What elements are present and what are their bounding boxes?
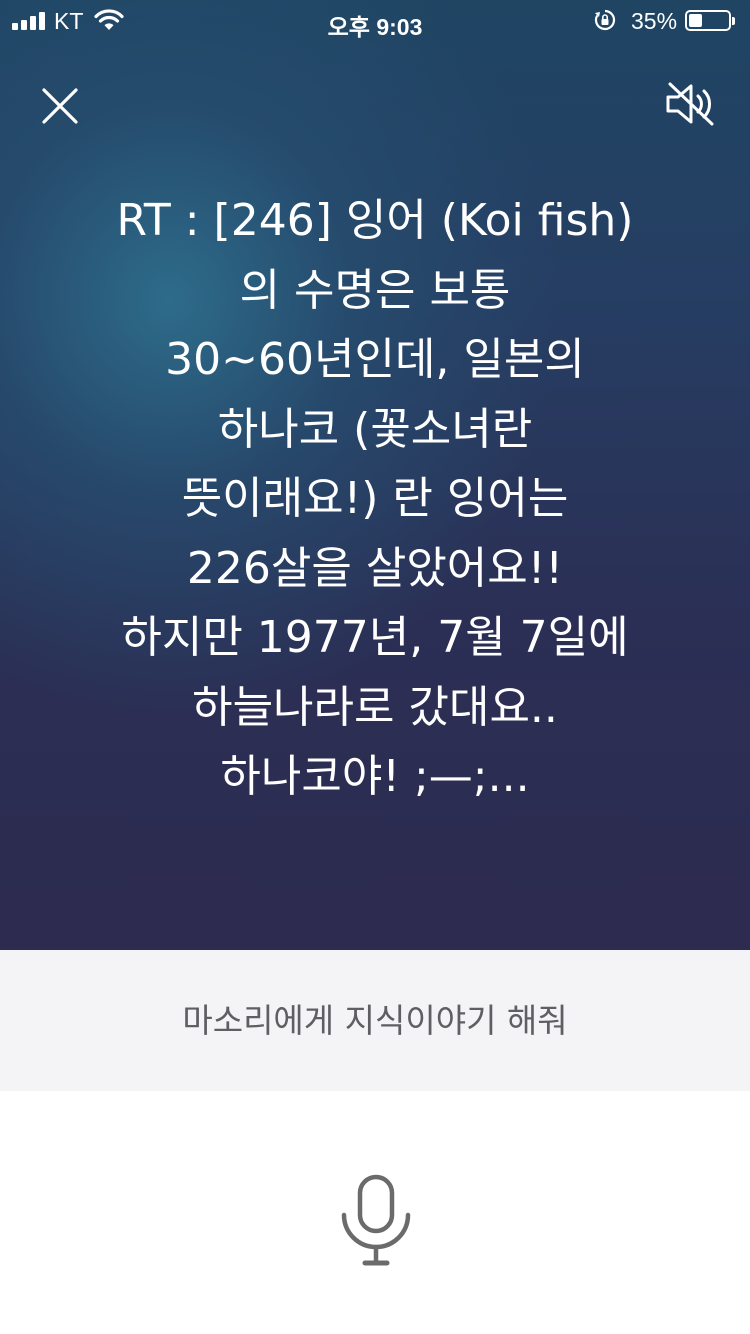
speaker-muted-icon[interactable] — [662, 80, 718, 128]
suggestion-chip[interactable]: 마소리에게 지식이야기 해줘 — [0, 950, 750, 1091]
microphone-icon[interactable] — [336, 1173, 416, 1269]
assistant-message-text: RT : [246] 잉어 (Koi fish) 의 수명은 보통 30~60년… — [116, 195, 634, 802]
battery-percentage: 35% — [631, 8, 678, 34]
suggestion-bar: 마소리에게 지식이야기 해줘 — [0, 950, 750, 1091]
rotation-lock-icon — [594, 9, 616, 31]
close-icon[interactable] — [36, 82, 84, 130]
status-bar: KT 오후 9:03 35% — [0, 0, 750, 40]
battery-icon — [685, 10, 735, 31]
battery-level-fill — [689, 14, 702, 27]
voice-input-area — [0, 1091, 750, 1334]
assistant-response-panel: KT 오후 9:03 35% RT : [246] 잉어 (Koi fish) … — [0, 0, 750, 950]
